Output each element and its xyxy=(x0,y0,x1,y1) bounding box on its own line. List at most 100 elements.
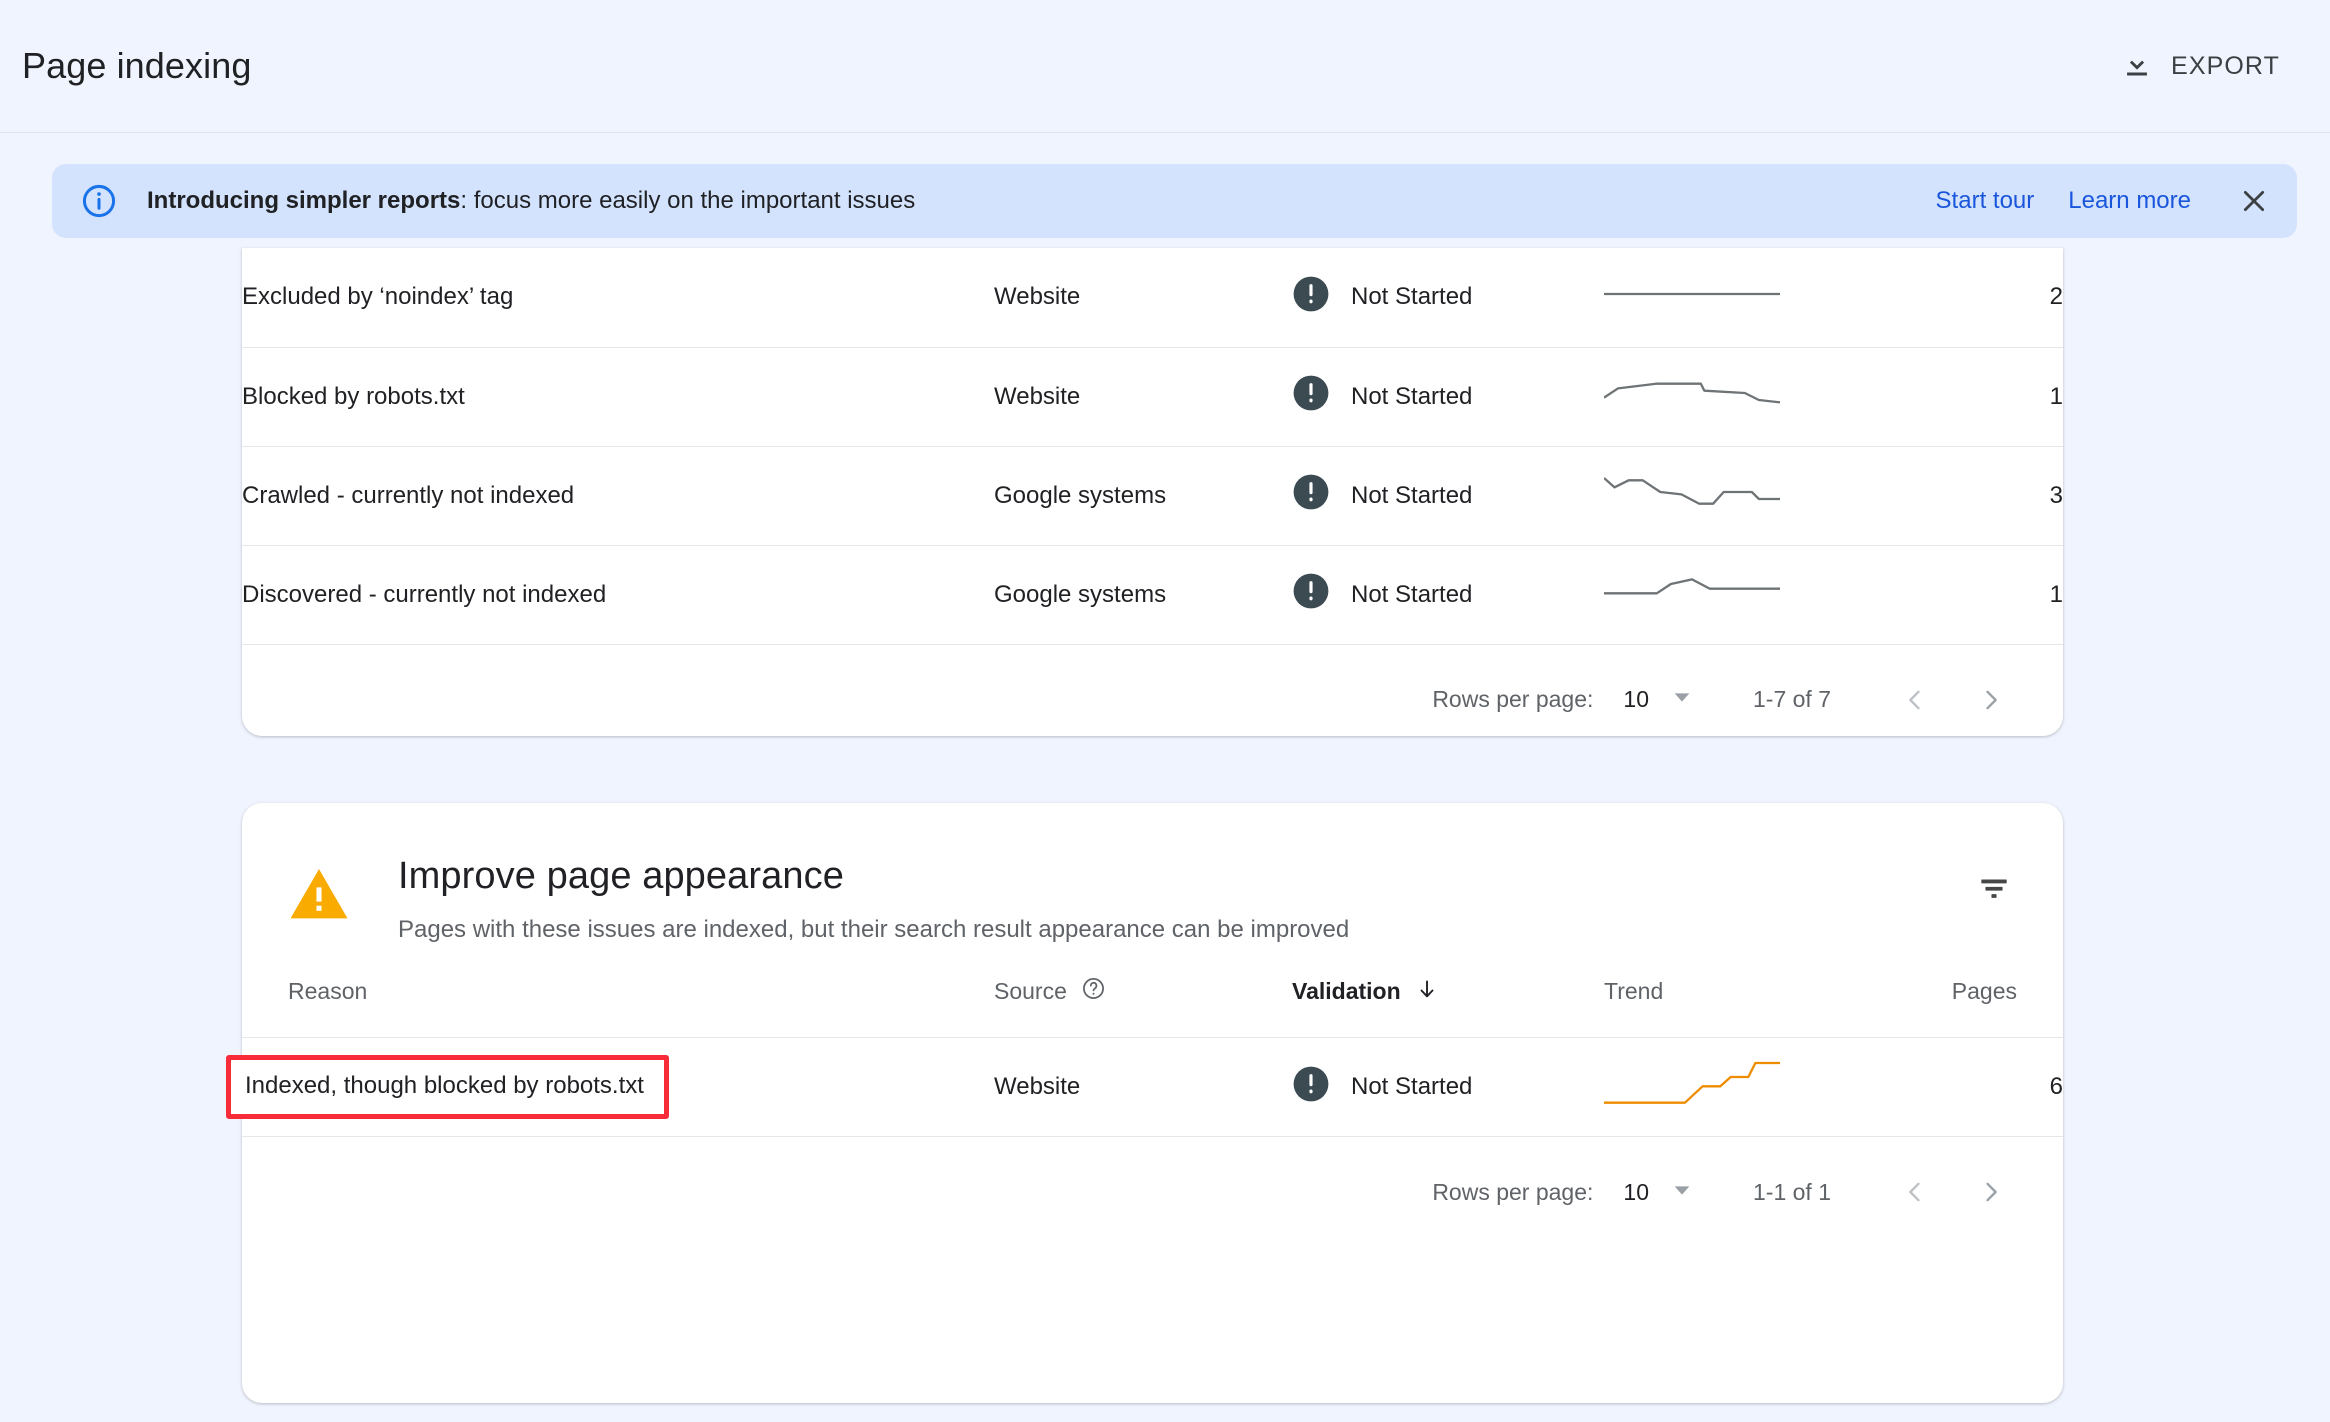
issues-table-bottom-body: Indexed, though blocked by robots.txt Web… xyxy=(226,1037,2063,1138)
column-header-validation[interactable]: Validation xyxy=(1292,946,1604,1039)
cell-source: Google systems xyxy=(994,545,1292,645)
banner-actions: Start tour Learn more xyxy=(1936,184,2271,218)
trend-sparkline xyxy=(1604,598,1780,625)
section-title: Improve page appearance xyxy=(398,855,844,897)
warning-triangle-icon xyxy=(288,866,350,946)
cell-trend xyxy=(1604,347,1875,447)
banner-message-bold: Introducing simpler reports xyxy=(147,187,461,214)
trend-sparkline xyxy=(1604,1091,1780,1118)
pagination-bottom: Rows per page: 10 1-1 of 1 xyxy=(242,1137,2063,1247)
status-badge: Not Started xyxy=(1351,283,1473,311)
previous-page-button[interactable] xyxy=(1885,1162,1945,1222)
cell-trend xyxy=(1604,248,1875,348)
filter-icon[interactable] xyxy=(1965,858,2023,916)
column-header-source[interactable]: Source xyxy=(994,946,1292,1039)
table-row[interactable]: Excluded by ‘noindex’ tag Website Not Star… xyxy=(242,248,2063,348)
info-icon xyxy=(80,182,118,220)
status-alert-icon xyxy=(1292,374,1330,419)
trend-sparkline xyxy=(1604,499,1780,526)
highlighted-reason-box[interactable]: Indexed, though blocked by robots.txt xyxy=(226,1055,669,1120)
cell-trend xyxy=(1604,545,1875,645)
column-header-trend-label: Trend xyxy=(1604,978,1664,1005)
page-indexing-issues-card: Excluded by ‘noindex’ tag Website Not Star… xyxy=(242,248,2063,736)
info-banner: Introducing simpler reports: focus more … xyxy=(52,164,2297,238)
improve-page-appearance-card: Improve page appearance Pages with these… xyxy=(226,803,2063,1403)
cell-validation: Not Started xyxy=(1292,347,1604,447)
cell-reason: Crawled - currently not indexed xyxy=(242,446,994,546)
rows-per-page-label: Rows per page: xyxy=(1432,686,1594,712)
cell-trend xyxy=(1604,446,1875,546)
rows-per-page-select[interactable]: 10 xyxy=(1623,1179,1693,1206)
cell-reason: Indexed, though blocked by robots.txt xyxy=(226,1037,994,1138)
column-header-source-label: Source xyxy=(994,978,1067,1005)
previous-page-button[interactable] xyxy=(1885,670,1945,730)
cell-reason: Discovered - currently not indexed xyxy=(242,545,994,645)
pagination-range-label: 1-7 of 7 xyxy=(1753,686,1831,712)
table-row[interactable]: Discovered - currently not indexed Google… xyxy=(242,545,2063,645)
pagination-top: Rows per page: 10 1-7 of 7 xyxy=(242,645,2063,755)
cell-pages: 1 xyxy=(1875,545,2063,645)
status-badge: Not Started xyxy=(1351,382,1473,410)
table-row[interactable]: Indexed, though blocked by robots.txt Web… xyxy=(226,1037,2063,1138)
cell-source: Website xyxy=(994,347,1292,447)
close-icon[interactable] xyxy=(2237,184,2271,218)
status-badge: Not Started xyxy=(1351,481,1473,509)
status-badge: Not Started xyxy=(1351,1073,1473,1101)
page-title: Page indexing xyxy=(22,45,252,86)
issues-table-top: Excluded by ‘noindex’ tag Website Not Star… xyxy=(242,248,2063,645)
cell-source: Website xyxy=(994,248,1292,348)
column-header-trend[interactable]: Trend xyxy=(1604,946,1875,1039)
export-button[interactable]: EXPORT xyxy=(2106,37,2294,96)
learn-more-link[interactable]: Learn more xyxy=(2068,187,2191,215)
column-header-reason-label: Reason xyxy=(288,978,368,1005)
status-badge: Not Started xyxy=(1351,580,1473,608)
status-alert-icon xyxy=(1292,275,1330,320)
section-header-text: Improve page appearance Pages with these… xyxy=(398,855,1349,946)
cell-pages: 3 xyxy=(1875,446,2063,546)
table-row[interactable]: Blocked by robots.txt Website Not Started 1 xyxy=(242,347,2063,447)
reason-label[interactable]: Blocked by robots.txt xyxy=(242,383,465,410)
rows-per-page-value: 10 xyxy=(1623,686,1649,712)
reason-label: Indexed, though blocked by robots.txt xyxy=(245,1072,644,1100)
help-circle-icon[interactable] xyxy=(1081,976,1106,1007)
chevron-down-icon xyxy=(1671,686,1693,713)
reason-label[interactable]: Crawled - currently not indexed xyxy=(242,482,574,509)
section-subtitle: Pages with these issues are indexed, but… xyxy=(398,915,1350,943)
trend-sparkline xyxy=(1604,301,1780,328)
status-alert-icon xyxy=(1292,473,1330,518)
reason-label[interactable]: Excluded by ‘noindex’ tag xyxy=(242,283,513,310)
column-header-pages[interactable]: Pages xyxy=(1875,946,2063,1039)
download-icon xyxy=(2120,47,2154,86)
next-page-button[interactable] xyxy=(1961,1162,2021,1222)
rows-per-page-label: Rows per page: xyxy=(1432,1178,1594,1205)
rows-per-page-value: 10 xyxy=(1623,1178,1649,1205)
reason-label[interactable]: Discovered - currently not indexed xyxy=(242,581,606,608)
cell-pages: 1 xyxy=(1875,347,2063,447)
cell-validation: Not Started xyxy=(1292,545,1604,645)
cell-trend xyxy=(1604,1037,1875,1138)
cell-validation: Not Started xyxy=(1292,446,1604,546)
cell-source: Website xyxy=(994,1037,1292,1138)
rows-per-page-select[interactable]: 10 xyxy=(1623,686,1693,713)
cell-reason: Excluded by ‘noindex’ tag xyxy=(242,248,994,348)
start-tour-link[interactable]: Start tour xyxy=(1936,187,2035,215)
cell-validation: Not Started xyxy=(1292,1037,1604,1138)
column-header-reason[interactable]: Reason xyxy=(242,946,994,1039)
banner-message-rest: : focus more easily on the important iss… xyxy=(460,187,916,214)
banner-message: Introducing simpler reports: focus more … xyxy=(147,187,915,215)
table-header-row: Reason Source Validation Trend Pages xyxy=(242,946,2063,1039)
export-label: EXPORT xyxy=(2171,51,2280,80)
pagination-range-label: 1-1 of 1 xyxy=(1753,1178,1831,1205)
status-alert-icon xyxy=(1292,572,1330,617)
issues-table-bottom: Reason Source Validation Trend Pages Ind… xyxy=(226,946,2063,1138)
column-header-validation-label: Validation xyxy=(1292,978,1401,1005)
trend-sparkline xyxy=(1604,400,1780,427)
column-header-pages-label: Pages xyxy=(1951,978,2017,1005)
sort-descending-arrow-icon xyxy=(1415,977,1439,1007)
cell-pages: 2 xyxy=(1875,248,2063,348)
cell-reason: Blocked by robots.txt xyxy=(242,347,994,447)
issues-table-top-body: Excluded by ‘noindex’ tag Website Not Star… xyxy=(242,248,2063,645)
next-page-button[interactable] xyxy=(1961,670,2021,730)
status-alert-icon xyxy=(1292,1065,1330,1110)
table-row[interactable]: Crawled - currently not indexed Google sy… xyxy=(242,446,2063,546)
